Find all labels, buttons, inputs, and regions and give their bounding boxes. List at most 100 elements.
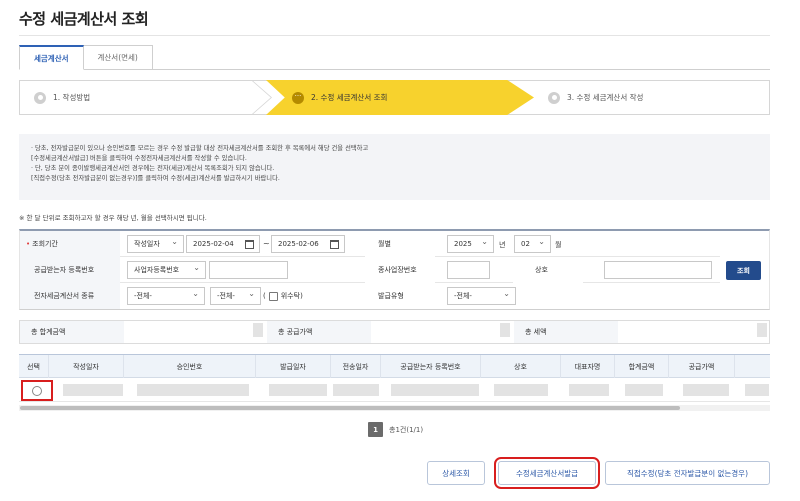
tab-invoice-tax-free[interactable]: 계산서(면세) — [82, 45, 153, 70]
company-input[interactable] — [604, 261, 712, 279]
issue-type-value: -전체- — [454, 292, 472, 300]
branch-label: 종사업장번호 — [365, 257, 435, 283]
date-range-separator: ~ — [263, 239, 270, 248]
total-tax-value — [618, 321, 769, 343]
totals-bar: 총 합계금액 총 공급가액 총 세액 — [19, 320, 770, 344]
kind-select-2[interactable]: -전체- — [210, 287, 261, 305]
search-form: • 조회기간 작성일자 2025-02-04 ~ 2025-02-06 월별 2… — [19, 229, 770, 310]
col-issue-date: 발급일자 — [256, 355, 331, 378]
step-3: 3. 수정 세금계산서 작성 — [548, 81, 643, 114]
masked-value — [745, 384, 769, 396]
masked-value — [137, 384, 249, 396]
calendar-icon[interactable] — [330, 240, 339, 249]
trust-label: 위수탁 — [280, 292, 301, 300]
kind2-value: -전체- — [217, 292, 235, 300]
date-from-value: 2025-02-04 — [193, 240, 234, 248]
tab-tax-invoice[interactable]: 세금계산서 — [19, 45, 84, 70]
period-note: ※ 한 달 단위로 조회하고자 할 경우 해당 년, 월을 선택하시면 됩니다. — [19, 214, 207, 222]
kind-label: 전자세금계산서 종류 — [20, 283, 120, 309]
tab-bar: 세금계산서 계산서(면세) — [19, 45, 153, 70]
step-2: 2. 수정 세금계산서 조회 — [292, 81, 387, 114]
info-line: [직접수정(당초 전자발급분이 없는경우)]를 클릭하여 수정(세금)계산서를 … — [31, 175, 280, 182]
col-send-date: 전송일자 — [331, 355, 381, 378]
receiver-reg-input[interactable] — [209, 261, 288, 279]
step-2-ellipsis-icon — [292, 91, 304, 104]
step-progress: 1. 작성방법 2. 수정 세금계산서 조회 3. 수정 세금계산서 작성 — [19, 80, 770, 115]
masked-value — [333, 384, 379, 396]
year-value: 2025 — [454, 240, 472, 248]
monthly-label: 월별 — [365, 231, 435, 257]
total-supply-value — [371, 321, 514, 343]
col-tax: 세 — [735, 355, 770, 378]
masked-value — [253, 323, 263, 337]
step-1: 1. 작성방법 — [34, 81, 90, 114]
masked-value — [494, 384, 548, 396]
tab-underline — [19, 69, 770, 70]
required-mark-icon: • — [26, 240, 31, 248]
info-box: · 당초, 전자발급분이 있으나 승인번호를 모르는 경우 수정 발급할 대상 … — [19, 134, 770, 200]
date-type-select[interactable]: 작성일자 — [127, 235, 184, 253]
page-summary: 총1건(1/1) — [389, 425, 424, 434]
info-line: [수정세금계산서발급] 버튼을 클릭하여 수정전자세금계산서를 작성할 수 있습… — [31, 155, 247, 162]
year-unit: 년 — [499, 241, 506, 249]
col-receiver-reg: 공급받는자 등록번호 — [381, 355, 481, 378]
issue-type-select[interactable]: -전체- — [447, 287, 516, 305]
issue-type-label: 발급유형 — [365, 283, 435, 309]
row-select-radio[interactable] — [32, 385, 42, 396]
trust-option: ( 위수탁 ) — [263, 291, 303, 301]
date-from-field[interactable]: 2025-02-04 — [186, 235, 260, 253]
kind1-value: -전체- — [134, 292, 152, 300]
masked-value — [757, 323, 767, 337]
step-1-circle-icon — [34, 91, 46, 104]
company-label: 상호 — [513, 257, 583, 283]
total-tax-label: 총 세액 — [514, 321, 618, 343]
masked-value — [569, 384, 609, 396]
branch-input[interactable] — [447, 261, 490, 279]
info-line: · 단, 당초 분이 종이발행세금계산서인 경우에는 전자(세금)계산서 목록조… — [31, 165, 275, 172]
grid-header: 선택 작성일자 승인번호 발급일자 전송일자 공급받는자 등록번호 상호 대표자… — [19, 355, 770, 378]
kind-select-1[interactable]: -전체- — [127, 287, 205, 305]
col-select: 선택 — [19, 355, 49, 378]
detail-view-button[interactable]: 상세조회 — [427, 461, 485, 485]
masked-value — [683, 384, 729, 396]
step-3-label: 3. 수정 세금계산서 작성 — [567, 93, 644, 102]
month-select[interactable]: 02 — [514, 235, 551, 253]
col-approval-no: 승인번호 — [124, 355, 256, 378]
total-sum-label: 총 합계금액 — [20, 321, 124, 343]
step-1-label: 1. 작성방법 — [53, 93, 91, 102]
masked-value — [269, 384, 327, 396]
year-select[interactable]: 2025 — [447, 235, 494, 253]
receiver-reg-label: 공급받는자 등록번호 — [20, 257, 120, 283]
amend-invoice-issue-button[interactable]: 수정세금계산서발급 — [494, 457, 600, 489]
title-divider — [19, 35, 770, 36]
col-write-date: 작성일자 — [49, 355, 124, 378]
search-button[interactable]: 조회 — [726, 261, 761, 280]
step-divider-arrow — [252, 80, 272, 115]
masked-value — [500, 323, 510, 337]
col-supply: 공급가액 — [669, 355, 735, 378]
search-row-period: • 조회기간 작성일자 2025-02-04 ~ 2025-02-06 월별 2… — [20, 231, 720, 257]
table-row[interactable] — [19, 378, 770, 402]
receiver-reg-type-select[interactable]: 사업자등록번호 — [127, 261, 206, 279]
date-to-value: 2025-02-06 — [278, 240, 319, 248]
period-label-text: 조회기간 — [32, 240, 58, 248]
col-company: 상호 — [481, 355, 561, 378]
calendar-icon[interactable] — [245, 240, 254, 249]
row-select-highlight — [21, 380, 53, 401]
invoice-grid: 선택 작성일자 승인번호 발급일자 전송일자 공급받는자 등록번호 상호 대표자… — [19, 354, 770, 412]
masked-value — [391, 384, 479, 396]
date-type-value: 작성일자 — [134, 240, 160, 248]
direct-amend-button[interactable]: 직접수정(당초 전자발급분이 없는경우) — [605, 461, 770, 485]
pagination: 1 총1건(1/1) — [368, 422, 423, 437]
receiver-reg-type-value: 사업자등록번호 — [134, 266, 180, 274]
period-label: • 조회기간 — [20, 231, 120, 257]
trust-checkbox[interactable] — [268, 291, 278, 301]
step-2-label: 2. 수정 세금계산서 조회 — [311, 93, 388, 102]
total-supply-label: 총 공급가액 — [267, 321, 371, 343]
horizontal-scrollbar[interactable] — [19, 405, 770, 411]
total-sum-value — [124, 321, 267, 343]
col-ceo: 대표자명 — [561, 355, 615, 378]
scrollbar-thumb[interactable] — [20, 406, 680, 410]
page-number-button[interactable]: 1 — [368, 422, 383, 437]
date-to-field[interactable]: 2025-02-06 — [271, 235, 345, 253]
